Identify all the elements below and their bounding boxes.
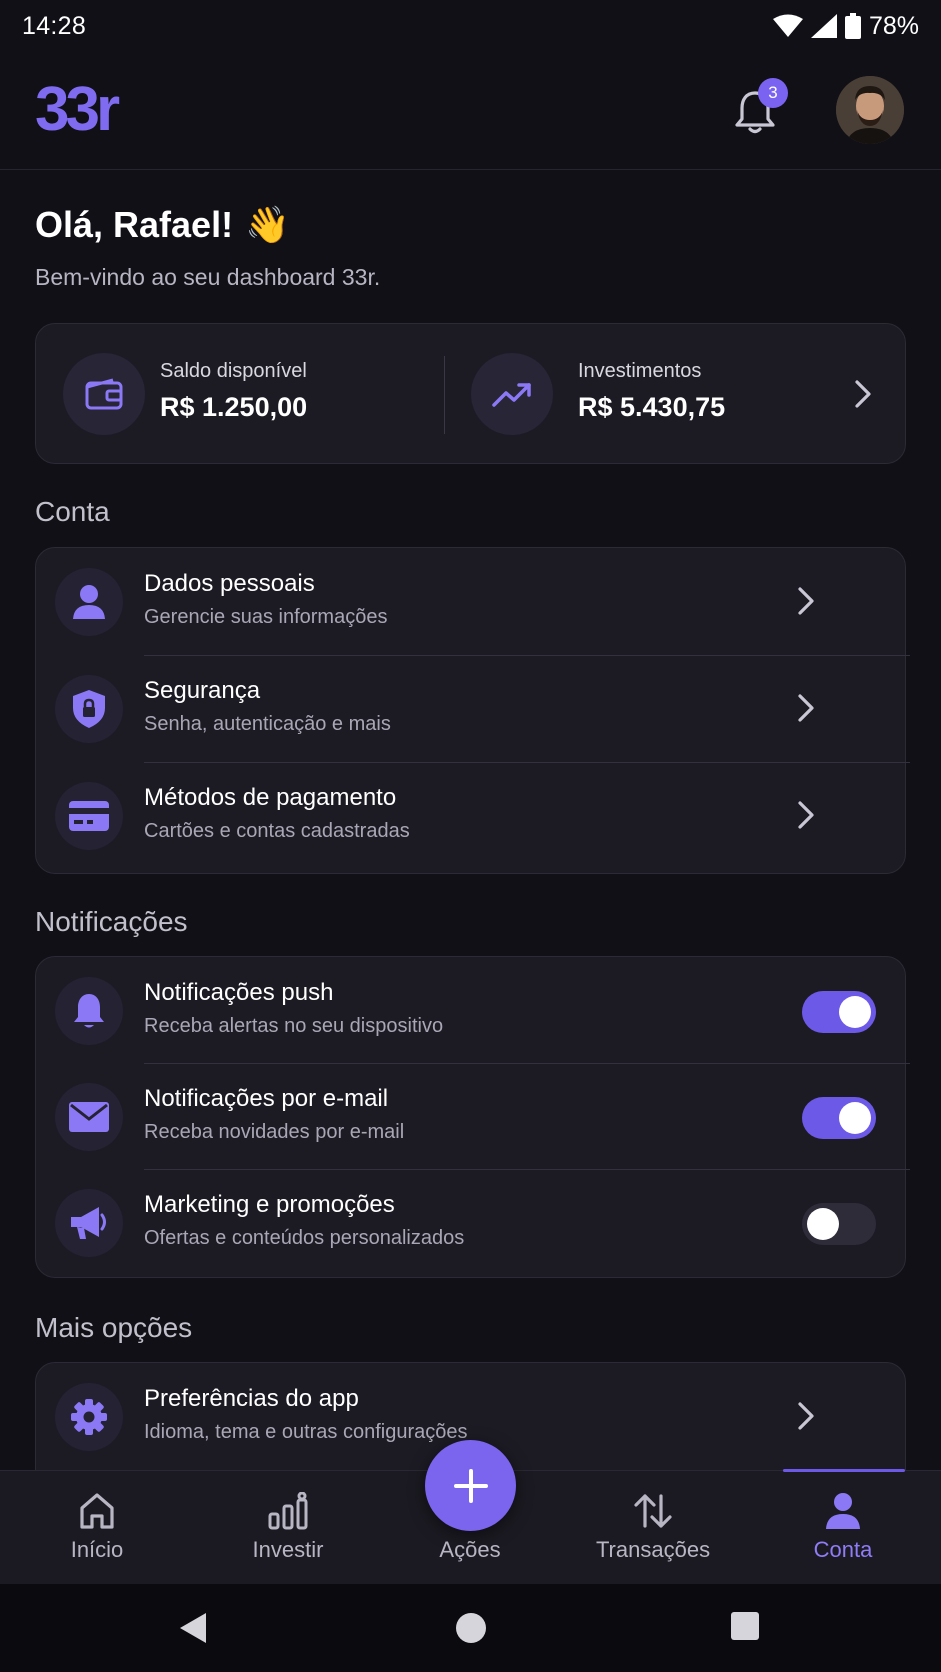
chevron-right-icon [798, 801, 814, 829]
push-notifications-toggle[interactable] [802, 991, 876, 1033]
bar-chart-icon [268, 1491, 308, 1531]
battery-icon [844, 13, 861, 39]
greeting-subtitle: Bem-vindo ao seu dashboard 33r. [35, 264, 381, 290]
row-title: Notificações push [144, 979, 334, 1006]
top-app-bar: 33r 3 [0, 52, 941, 170]
home-circle-icon[interactable] [455, 1612, 487, 1644]
list-item-security[interactable]: Segurança Senha, autenticação e mais [36, 655, 907, 761]
person-icon [825, 1491, 861, 1531]
account-card: Dados pessoais Gerencie suas informações… [35, 547, 910, 874]
list-item-payment-methods[interactable]: Métodos de pagamento Cartões e contas ca… [36, 762, 907, 868]
nav-item-home[interactable]: Início [17, 1471, 177, 1585]
app-logo[interactable]: 33r [35, 78, 120, 142]
section-title-notifications: Notificações [35, 906, 188, 937]
chevron-right-icon [798, 587, 814, 615]
chevron-right-icon [798, 1402, 814, 1430]
list-item-push-notifications: Notificações push Receba alertas no seu … [36, 957, 907, 1063]
wifi-icon [772, 14, 803, 38]
avatar[interactable] [836, 76, 904, 144]
trending-up-icon [471, 353, 553, 435]
status-bar: 14:28 78% [0, 0, 941, 52]
home-icon [79, 1491, 115, 1531]
toggle-knob [807, 1208, 839, 1240]
toggle-knob [839, 996, 871, 1028]
row-title: Preferências do app [144, 1385, 359, 1412]
system-navigation-bar [0, 1584, 941, 1672]
email-notifications-toggle[interactable] [802, 1097, 876, 1139]
add-action-button[interactable] [425, 1440, 516, 1531]
megaphone-icon [55, 1189, 123, 1257]
notification-count-badge: 3 [758, 78, 788, 108]
battery-percent: 78% [868, 11, 919, 40]
row-subtitle: Receba novidades por e-mail [144, 1121, 405, 1143]
recents-square-icon[interactable] [731, 1612, 759, 1640]
row-subtitle: Senha, autenticação e mais [144, 713, 391, 735]
investments-label: Investimentos [578, 360, 702, 382]
row-title: Marketing e promoções [144, 1191, 395, 1218]
toggle-knob [839, 1102, 871, 1134]
active-tab-indicator [783, 1469, 905, 1472]
nav-label: Início [70, 1537, 124, 1562]
nav-label: Ações [439, 1537, 501, 1562]
shield-lock-icon [55, 675, 123, 743]
mail-icon [55, 1083, 123, 1151]
row-title: Métodos de pagamento [144, 784, 397, 811]
nav-label: Conta [813, 1537, 873, 1562]
nav-label: Investir [252, 1537, 324, 1562]
row-subtitle: Ofertas e conteúdos personalizados [144, 1227, 465, 1249]
row-subtitle: Receba alertas no seu dispositivo [144, 1015, 444, 1037]
row-title: Notificações por e-mail [144, 1085, 389, 1112]
list-item-marketing: Marketing e promoções Ofertas e conteúdo… [36, 1169, 907, 1275]
notifications-card: Notificações push Receba alertas no seu … [35, 956, 910, 1278]
waving-hand-emoji: 👋 [245, 204, 290, 245]
available-balance-value: R$ 1.250,00 [160, 392, 308, 422]
status-icons: 78% [772, 11, 919, 41]
status-time: 14:28 [22, 11, 87, 40]
gear-icon [55, 1383, 123, 1451]
bell-icon [55, 977, 123, 1045]
person-icon [55, 568, 123, 636]
nav-item-account[interactable]: Conta [763, 1471, 923, 1585]
section-title-account: Conta [35, 496, 110, 527]
row-subtitle: Cartões e contas cadastradas [144, 820, 410, 842]
wallet-icon [63, 353, 145, 435]
marketing-toggle[interactable] [802, 1203, 876, 1245]
back-icon[interactable] [178, 1612, 208, 1644]
row-title: Dados pessoais [144, 570, 315, 597]
nav-item-transactions[interactable]: Transações [573, 1471, 733, 1585]
available-balance-label: Saldo disponível [160, 360, 307, 382]
balance-card[interactable]: Saldo disponível R$ 1.250,00 Investiment… [35, 323, 906, 464]
row-subtitle: Idioma, tema e outras configurações [144, 1421, 468, 1443]
row-subtitle: Gerencie suas informações [144, 606, 388, 628]
list-item-personal-data[interactable]: Dados pessoais Gerencie suas informações [36, 548, 907, 654]
investments-value: R$ 5.430,75 [578, 392, 726, 422]
greeting-title: Olá, Rafael! 👋 [35, 204, 290, 246]
transfer-arrows-icon [633, 1491, 673, 1531]
greeting-text: Olá, Rafael! [35, 204, 234, 245]
balance-divider [444, 356, 445, 434]
signal-icon [810, 14, 837, 38]
nav-label: Transações [595, 1537, 711, 1562]
list-item-email-notifications: Notificações por e-mail Receba novidades… [36, 1063, 907, 1169]
section-title-more: Mais opções [35, 1312, 193, 1343]
chevron-right-icon [855, 380, 871, 408]
row-title: Segurança [144, 677, 261, 704]
chevron-right-icon [798, 694, 814, 722]
nav-item-invest[interactable]: Investir [208, 1471, 368, 1585]
plus-icon [453, 1468, 488, 1503]
credit-card-icon [55, 782, 123, 850]
